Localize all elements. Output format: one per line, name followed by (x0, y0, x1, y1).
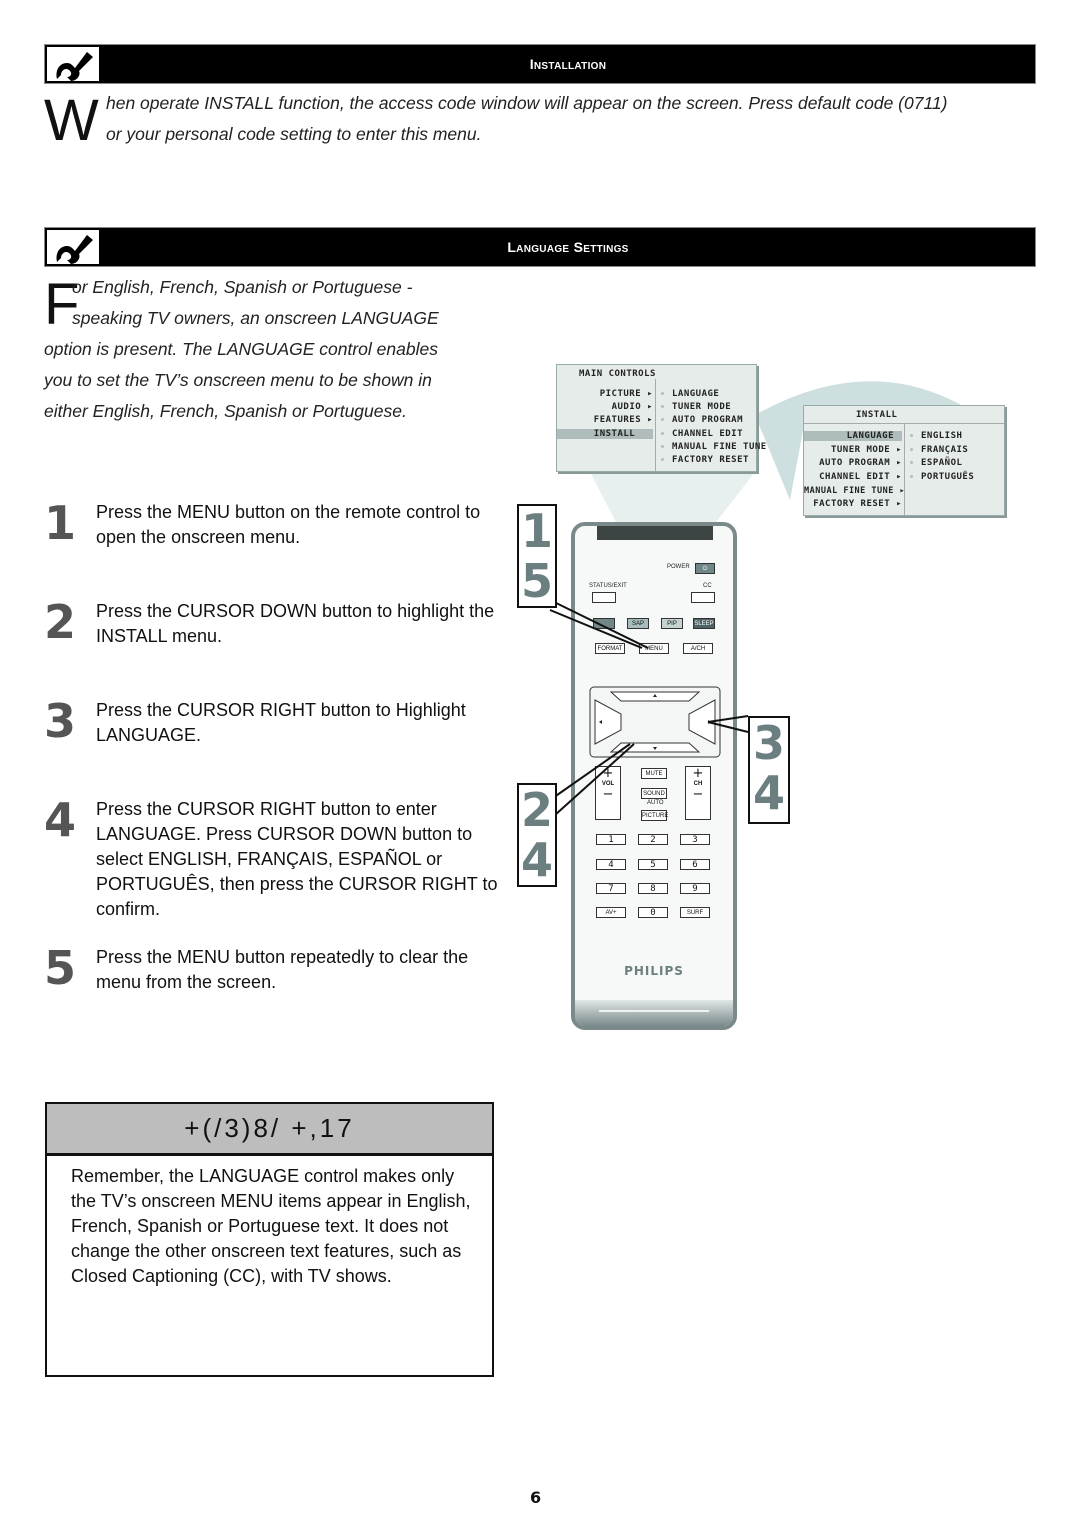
callout-steps-1-5: 15 (517, 504, 557, 608)
menu-item-tuner-mode[interactable]: TUNER MODE ▸ (804, 445, 902, 455)
dropcap-w: W (44, 88, 99, 153)
step-number: 3 (44, 694, 77, 748)
language-option[interactable]: ENGLISH (910, 431, 962, 441)
digit-0-button[interactable]: 0 (638, 907, 668, 918)
submenu-item[interactable]: TUNER MODE (661, 402, 731, 412)
menu-item-manual-fine-tune[interactable]: MANUAL FINE TUNE ▸ (804, 486, 905, 496)
av-button[interactable]: AV+ (596, 907, 626, 918)
surf-button[interactable]: SURF (680, 907, 710, 918)
menu-item-channel-edit[interactable]: CHANNEL EDIT ▸ (804, 472, 902, 482)
menu-item-install[interactable]: INSTALL (557, 429, 653, 439)
submenu-item[interactable]: CHANNEL EDIT (661, 429, 743, 439)
menu-item-auto-program[interactable]: AUTO PROGRAM ▸ (804, 458, 902, 468)
callout-steps-3-4: 34 (748, 716, 790, 824)
install-menu: INSTALL LANGUAGE TUNER MODE ▸ AUTO PROGR… (803, 405, 1005, 516)
menu-item-factory-reset[interactable]: FACTORY RESET ▸ (804, 499, 902, 509)
step-number: 4 (44, 793, 77, 847)
step-number: 5 (44, 941, 77, 995)
step-text: Press the MENU button repeatedly to clea… (96, 947, 469, 992)
intro-line1: or English, French, Spanish or Portugues… (72, 277, 413, 297)
submenu-item[interactable]: FACTORY RESET (661, 455, 749, 465)
wrench-icon (45, 45, 101, 83)
installation-header-bar: Installation (44, 44, 1036, 84)
submenu-item[interactable]: LANGUAGE (661, 389, 719, 399)
callout-steps-2-4: 24 (517, 783, 557, 887)
step-text: Press the CURSOR RIGHT button to enter L… (96, 799, 498, 919)
menu-item-language[interactable]: LANGUAGE (804, 431, 902, 441)
intro-line5: either English, French, Spanish or Portu… (44, 401, 407, 421)
step-text: Press the MENU button on the remote cont… (96, 502, 481, 547)
remote-base (575, 1000, 733, 1026)
menu-item-picture[interactable]: PICTURE ▸ (557, 389, 653, 399)
intro-line4: you to set the TV’s onscreen menu to be … (44, 370, 432, 390)
hint-body: Remember, the LANGUAGE control makes onl… (71, 1166, 471, 1286)
helpful-hint-box: +(/3)8/ +,17 Remember, the LANGUAGE cont… (45, 1102, 494, 1377)
menu-title: INSTALL (856, 410, 898, 420)
section-title: Installation (529, 56, 607, 72)
installation-text-line2: or your personal code setting to enter t… (106, 124, 482, 144)
wrench-icon (45, 228, 101, 266)
step-text: Press the CURSOR DOWN button to highligh… (96, 601, 495, 646)
page-number: 6 (530, 1488, 542, 1507)
step-number: 2 (44, 595, 77, 649)
language-option[interactable]: FRANÇAIS (910, 445, 968, 455)
section-title: Language Settings (507, 239, 629, 255)
language-settings-header-bar: Language Settings (44, 227, 1036, 267)
intro-line3: option is present. The LANGUAGE control … (44, 339, 438, 359)
hint-title: +(/3)8/ +,17 (47, 1104, 492, 1156)
menu-item-audio[interactable]: AUDIO ▸ (557, 402, 653, 412)
main-controls-menu: MAIN CONTROLS PICTURE ▸ AUDIO ▸ FEATURES… (556, 364, 766, 472)
brand-logo: PHILIPS (624, 964, 684, 978)
step-text: Press the CURSOR RIGHT button to Highlig… (96, 700, 466, 745)
language-option[interactable]: ESPAÑOL (910, 458, 962, 468)
submenu-item[interactable]: AUTO PROGRAM (661, 415, 743, 425)
installation-text-line1: hen operate INSTALL function, the access… (106, 93, 948, 113)
intro-line2: speaking TV owners, an onscreen LANGUAGE (72, 308, 439, 328)
menu-title: MAIN CONTROLS (579, 369, 656, 379)
menu-item-features[interactable]: FEATURES ▸ (557, 415, 653, 425)
language-option[interactable]: PORTUGUÊS (910, 472, 974, 482)
step-number: 1 (44, 496, 77, 550)
submenu-item[interactable]: MANUAL FINE TUNE (661, 442, 767, 452)
